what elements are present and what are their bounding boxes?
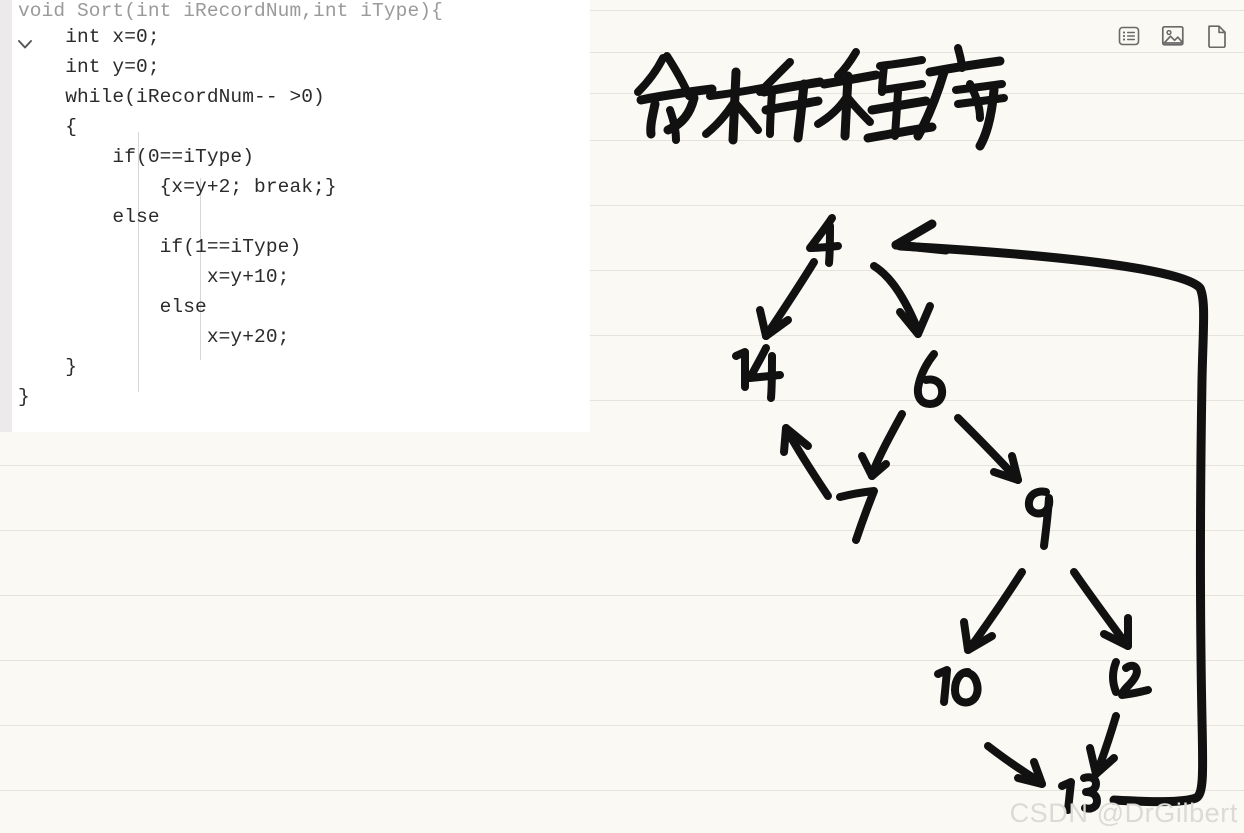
rule-line-9 [0, 530, 1244, 531]
code-line-11[interactable]: x=y+20; [18, 322, 590, 352]
document-icon[interactable] [1204, 22, 1230, 50]
rule-line-8 [0, 465, 1244, 466]
code-line-10[interactable]: else [18, 292, 590, 322]
watermark: CSDN @DrGilbert [1009, 798, 1238, 828]
code-line-6[interactable]: {x=y+2; break;} [18, 172, 590, 202]
code-line-2[interactable]: int y=0; [18, 52, 590, 82]
image-icon[interactable] [1160, 22, 1186, 50]
notebook-page: .stroke { fill:none; stroke:#111111; str… [0, 0, 1244, 833]
code-line-5[interactable]: if(0==iType) [18, 142, 590, 172]
code-line-0[interactable]: void Sort(int iRecordNum,int iType){ [18, 0, 590, 22]
rule-line-12 [0, 725, 1244, 726]
code-line-8[interactable]: if(1==iType) [18, 232, 590, 262]
code-line-7[interactable]: else [18, 202, 590, 232]
code-line-12[interactable]: } [18, 352, 590, 382]
code-line-1[interactable]: int x=0; [18, 22, 590, 52]
list-view-icon[interactable] [1116, 22, 1142, 50]
editor-gutter [0, 0, 12, 432]
rule-line-10 [0, 595, 1244, 596]
code-line-13[interactable]: } [18, 382, 590, 412]
toolbar[interactable] [1116, 22, 1230, 50]
rule-line-13 [0, 790, 1244, 791]
code-editor-panel[interactable]: void Sort(int iRecordNum,int iType){ int… [0, 0, 590, 432]
code-text[interactable]: void Sort(int iRecordNum,int iType){ int… [18, 0, 590, 412]
code-line-3[interactable]: while(iRecordNum-- >0) [18, 82, 590, 112]
rule-line-11 [0, 660, 1244, 661]
code-line-9[interactable]: x=y+10; [18, 262, 590, 292]
code-line-4[interactable]: { [18, 112, 590, 142]
chevron-down-icon[interactable] [14, 33, 36, 55]
